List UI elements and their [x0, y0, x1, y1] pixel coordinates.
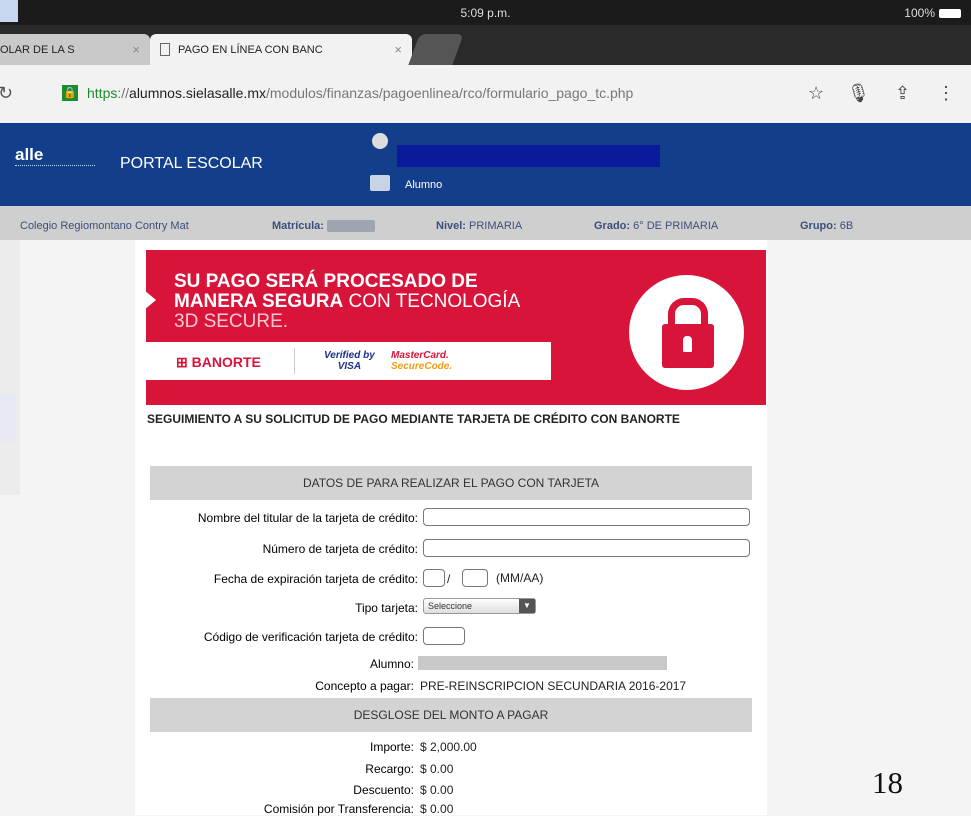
url-path: /modulos/finanzas/pagoenlinea/rco/formul… [265, 85, 634, 101]
page-title: SEGUIMIENTO A SU SOLICITUD DE PAGO MEDIA… [147, 412, 680, 426]
breakdown-header: DESGLOSE DEL MONTO A PAGAR [150, 698, 752, 732]
status-time: 5:09 p.m. [460, 6, 511, 20]
user-role: Alumno [405, 179, 443, 191]
brand-divider [294, 348, 295, 374]
reload-icon[interactable]: ↻ [0, 83, 13, 104]
menu-icon[interactable]: ⋮ [937, 83, 955, 104]
portal-title: PORTAL ESCOLAR [120, 155, 263, 172]
corner-overlay [0, 0, 18, 22]
address-bar: ↻ 🔒 https://alumnos.sielasalle.mx/modulo… [0, 65, 971, 124]
importe-value: $ 2,000.00 [420, 740, 477, 754]
lock-icon[interactable]: 🔒 [62, 85, 78, 101]
expiry-separator: / [447, 572, 451, 586]
card-type-select[interactable]: Seleccione ▼ [423, 598, 536, 614]
student-info-bar: Colegio Regiomontano Contry Mat Matrícul… [0, 206, 971, 240]
student-label: Alumno: [369, 657, 414, 671]
close-tab-icon[interactable]: × [132, 42, 140, 57]
descuento-value: $ 0.00 [420, 783, 454, 797]
arrow-icon [146, 290, 156, 310]
new-tab-button[interactable] [408, 34, 464, 65]
verified-by-visa-logo: Verified by VISA [324, 350, 375, 372]
matricula: Matrícula: [272, 220, 376, 233]
nivel-label: Nivel: [436, 220, 466, 232]
portal-header: alle PORTAL ESCOLAR Alumno [0, 123, 971, 206]
concept-label: Concepto a pagar: [315, 679, 414, 693]
mc-bottom: SecureCode. [391, 361, 453, 372]
banner-line-1: SU PAGO SERÁ PROCESADO DE [174, 271, 478, 292]
url-domain: alumnos.sielasalle.mx [129, 85, 266, 101]
banner-line-2-bold: MANERA SEGURA [174, 291, 344, 312]
banner-line-3: 3D SECURE. [174, 311, 289, 332]
recargo-value: $ 0.00 [420, 762, 454, 776]
share-icon[interactable]: ⇪ [895, 83, 910, 104]
keyhole-icon [683, 336, 692, 352]
card-number-input[interactable] [423, 539, 750, 557]
holder-label: Nombre del titular de la tarjeta de créd… [197, 511, 418, 525]
tab-portal-escolar[interactable]: OLAR DE LA S × [0, 34, 150, 65]
url-separator: :// [117, 85, 130, 101]
holder-name-input[interactable] [423, 508, 750, 526]
expiry-label: Fecha de expiración tarjeta de crédito: [213, 572, 418, 586]
expiry-year-input[interactable] [462, 569, 488, 587]
user-name-redacted [397, 145, 660, 167]
concept-value: PRE-REINSCRIPCION SECUNDARIA 2016-2017 [420, 679, 687, 693]
tab-label: OLAR DE LA S [0, 43, 75, 56]
slide-number: 18 [872, 765, 903, 800]
banner-line-2: MANERA SEGURA CON TECNOLOGÍA [174, 292, 520, 312]
descuento-label: Descuento: [353, 783, 414, 797]
user-icon [372, 133, 388, 149]
url-scheme: https [87, 85, 118, 101]
visa-bottom: VISA [337, 361, 362, 372]
mastercard-securecode-logo: MasterCard. SecureCode. [391, 350, 452, 372]
banner-line-2-rest: CON TECNOLOGÍA [343, 291, 521, 312]
tab-bar: OLAR DE LA S × PAGO EN LÍNEA CON BANC × [0, 25, 971, 65]
card-number-label: Número de tarjeta de crédito: [262, 542, 418, 556]
grupo-value: 6B [839, 220, 854, 232]
battery-percent: 100% [904, 6, 935, 20]
expiry-month-input[interactable] [423, 569, 445, 587]
grado: Grado: 6° DE PRIMARIA [594, 220, 718, 232]
mc-top: MasterCard. [391, 350, 449, 361]
nivel-value: PRIMARIA [469, 220, 523, 232]
comision-value: $ 0.00 [420, 802, 454, 816]
student-name-redacted [418, 656, 667, 670]
cvv-input[interactable] [423, 627, 465, 645]
battery-icon [939, 8, 961, 18]
grupo: Grupo: 6B [800, 220, 853, 232]
grupo-label: Grupo: [800, 220, 837, 232]
page-icon [160, 43, 170, 56]
url-field[interactable]: https://alumnos.sielasalle.mx/modulos/fi… [87, 85, 633, 101]
banorte-logo: ⊞ BANORTE [176, 354, 261, 370]
secure-payment-banner: SU PAGO SERÁ PROCESADO DE MANERA SEGURA … [146, 250, 766, 405]
banorte-text: BANORTE [191, 354, 261, 370]
grado-label: Grado: [594, 220, 631, 232]
card-type-selected: Seleccione [428, 601, 473, 611]
battery-indicator: 100% [904, 6, 961, 20]
visa-top: Verified by [324, 350, 375, 361]
tab-label: PAGO EN LÍNEA CON BANC [178, 43, 323, 56]
microphone-icon[interactable]: 🎙 [847, 83, 870, 104]
tab-pago-en-linea[interactable]: PAGO EN LÍNEA CON BANC × [150, 34, 412, 65]
card-type-label: Tipo tarjeta: [355, 601, 418, 615]
logo: alle [15, 145, 44, 164]
grado-value: 6° DE PRIMARIA [633, 220, 719, 232]
nivel: Nivel: PRIMARIA [436, 220, 522, 232]
chevron-down-icon: ▼ [519, 599, 535, 613]
close-tab-icon[interactable]: × [394, 42, 402, 57]
left-overlay-accent [0, 395, 16, 442]
matricula-redacted [327, 220, 376, 233]
expiry-hint: (MM/AA) [496, 571, 544, 585]
school-name: Colegio Regiomontano Contry Mat [20, 220, 189, 232]
payment-data-header: DATOS DE PARA REALIZAR EL PAGO CON TARJE… [150, 466, 752, 500]
comision-label: Comisión por Transferencia: [263, 802, 414, 816]
star-icon[interactable]: ☆ [808, 83, 824, 104]
status-bar: 5:09 p.m. 100% [0, 0, 971, 25]
left-overlay [0, 240, 20, 495]
matricula-label: Matrícula: [272, 220, 324, 232]
importe-label: Importe: [369, 740, 414, 754]
id-card-icon [370, 175, 390, 191]
logo-subtitle [15, 165, 95, 169]
cvv-label: Código de verificación tarjeta de crédit… [203, 630, 418, 644]
recargo-label: Recargo: [365, 762, 414, 776]
